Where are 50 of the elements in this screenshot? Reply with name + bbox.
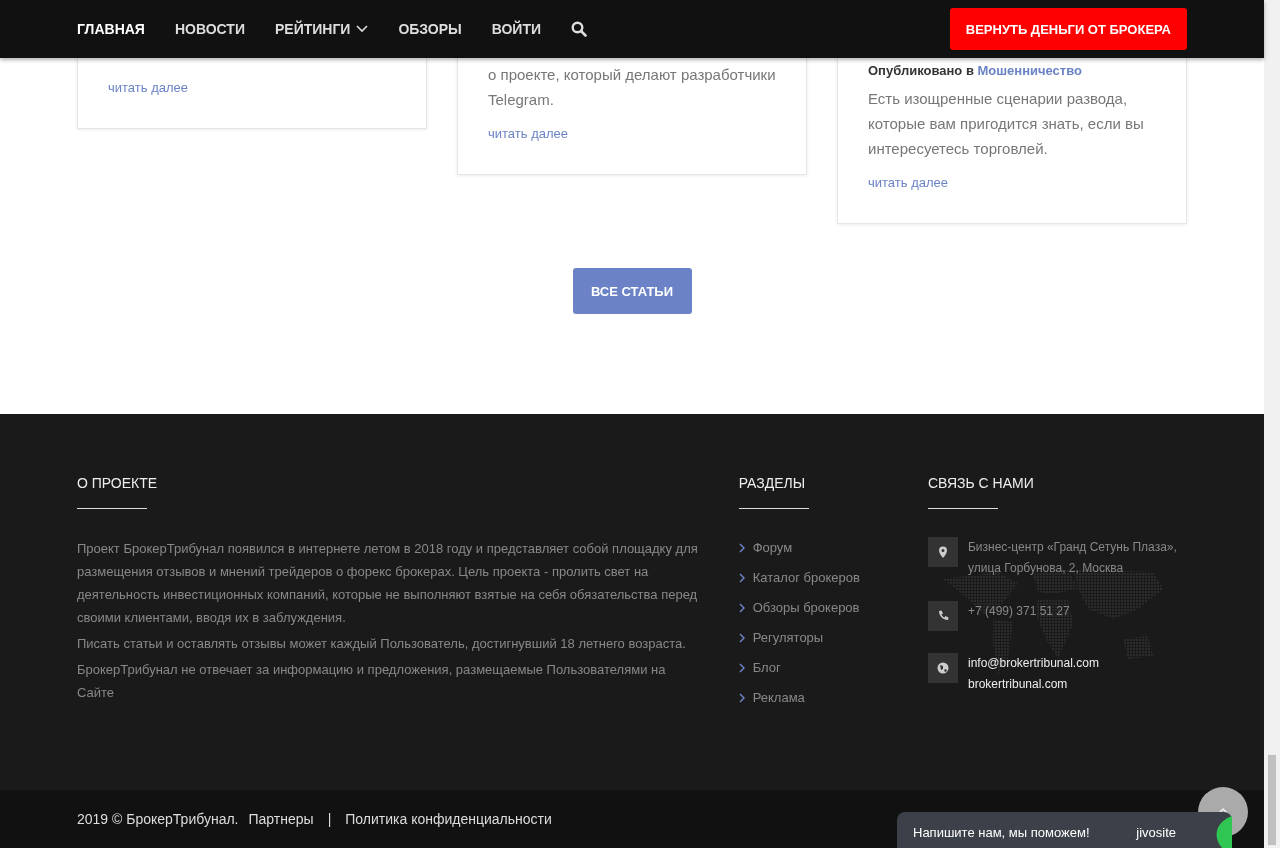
read-more-link[interactable]: читать далее <box>868 173 948 193</box>
chevron-right-icon <box>738 542 745 553</box>
nav-link[interactable]: НОВОСТИ <box>174 21 245 37</box>
footer-link[interactable]: Форум <box>738 537 928 558</box>
contact-text: Бизнес-центр «Гранд Сетунь Плаза», <box>967 539 1177 556</box>
phone-icon <box>936 610 949 622</box>
footer-link[interactable]: Партнеры <box>248 811 314 827</box>
section-heading: О ПРОЕКТЕ <box>77 474 159 492</box>
map-pin-icon <box>936 546 949 558</box>
copyright-text: 2019 © БрокерТрибунал. <box>77 811 239 827</box>
chat-widget-bar[interactable]: Напишите нам, мы поможем! jivosite <box>897 812 1232 848</box>
footer-link[interactable]: Регуляторы <box>738 627 928 648</box>
contact-text: +7 (499) 371 51 27 <box>967 603 1070 620</box>
nav-link[interactable]: РЕЙТИНГИ <box>274 21 369 37</box>
chevron-right-icon <box>738 692 745 703</box>
cta-button[interactable]: ВЕРНУТЬ ДЕНЬГИ ОТ БРОКЕРА <box>949 8 1187 50</box>
about-paragraph: БрокерТрибунал не отвечает за информацию и предложения, размещаемые Пользователями на Сайте <box>77 661 667 702</box>
section-heading: СВЯЗЬ С НАМИ <box>927 474 1035 492</box>
chevron-right-icon <box>738 662 745 673</box>
contact-link[interactable]: info@brokertribunal.com <box>967 653 1099 674</box>
category-link[interactable]: Мошенничество <box>977 63 1082 78</box>
footer-link[interactable]: Реклама <box>738 687 928 708</box>
all-articles-button[interactable]: ВСЕ СТАТЬИ <box>572 268 692 314</box>
read-more-link[interactable]: читать далее <box>488 124 568 144</box>
chat-brand-logo: jivosite <box>1136 824 1176 840</box>
chevron-right-icon <box>738 602 745 613</box>
article-excerpt: о проекте, который делают разработчики Telegram. <box>488 65 776 110</box>
about-paragraph: Проект БрокерТрибунал появился в интернете летом в 2018 году и представляет собой площадку для размещения отзывов и мнений трейдеров о форекс брокерах. Цель проекта - пролить свет на деятельность инвестиционных компаний, которые не выполняют взятые на себя обязательства перед своими клиентами, вводя их в заблуждения. <box>77 540 699 627</box>
globe-icon <box>936 662 949 674</box>
section-heading: РАЗДЕЛЫ <box>738 474 807 492</box>
footer-link[interactable]: Обзоры брокеров <box>738 597 928 618</box>
read-more-link[interactable]: читать далее <box>108 78 188 98</box>
nav-link[interactable]: ГЛАВНАЯ <box>77 21 145 37</box>
footer-link[interactable]: Блог <box>738 657 928 678</box>
about-paragraph: Писать статьи и оставлять отзывы может каждый Пользователь, достигнувший 18 летнего возраста. <box>77 635 687 653</box>
footer-link[interactable]: Каталог брокеров <box>738 567 928 588</box>
contact-link[interactable]: brokertribunal.com <box>967 674 1099 695</box>
scrollbar-thumb[interactable] <box>1268 755 1276 845</box>
article-excerpt: Есть изощренные сценарии развода, которые вам пригодится знать, если вы интересуетесь торговлей. <box>868 89 1145 159</box>
nav-link[interactable]: ОБЗОРЫ <box>398 21 462 37</box>
chevron-right-icon <box>738 572 745 583</box>
separator-text: | <box>327 811 332 827</box>
nav-link[interactable]: ВОЙТИ <box>491 21 542 37</box>
chat-prompt: Напишите нам, мы поможем! <box>913 824 1090 840</box>
contact-text: улица Горбунова, 2, Москва <box>967 560 1125 577</box>
scrollbar[interactable] <box>1264 0 1280 848</box>
article-meta: Опубликовано в Мошенничество <box>868 62 1083 80</box>
footer-link[interactable]: Политика конфиденциальности <box>345 811 552 827</box>
search-icon[interactable] <box>571 21 588 37</box>
chevron-right-icon <box>738 632 745 643</box>
